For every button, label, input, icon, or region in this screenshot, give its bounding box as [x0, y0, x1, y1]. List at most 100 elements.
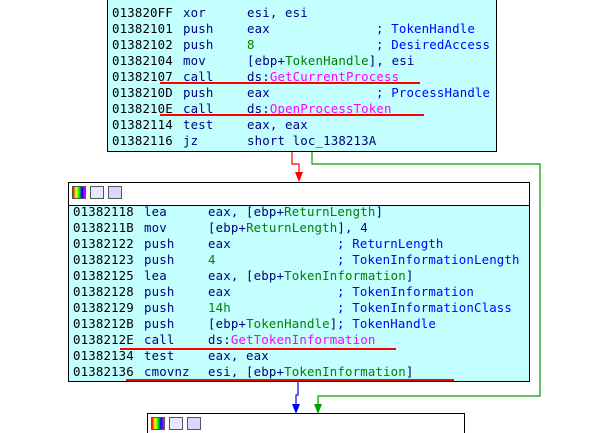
operand-symbol: TokenInformation [284, 364, 406, 379]
operand-prefix: [ebp+ [208, 220, 247, 235]
asm-address: 0138211B [73, 220, 134, 235]
operand-suffix: ] [375, 204, 384, 219]
asm-operands: short loc_138213A [247, 133, 376, 149]
operand-text: eax, eax [247, 117, 308, 132]
asm-mnemonic: mov [144, 220, 167, 235]
asm-operands: eax [247, 85, 270, 101]
asm-operands: eax [208, 284, 231, 300]
asm-address: 01382125 [73, 268, 134, 283]
operand-text: 4 [208, 252, 216, 267]
asm-mnemonic: xor [183, 5, 206, 20]
asm-mnemonic: lea [144, 268, 167, 283]
annotation-underline [160, 82, 420, 84]
asm-mnemonic: call [144, 332, 175, 347]
operand-suffix: ], esi [368, 53, 415, 68]
operand-prefix: [ebp+ [247, 53, 286, 68]
asm-address: 01382134 [73, 348, 134, 363]
asm-comment: ; TokenInformationLength [337, 252, 520, 267]
asm-comment: ; TokenHandle [337, 316, 436, 331]
asm-operands: eax, eax [208, 348, 269, 364]
operand-symbol: ReturnLength [246, 220, 338, 235]
asm-address: 01382122 [73, 236, 134, 251]
asm-mnemonic: push [144, 236, 175, 251]
asm-address: 013820FF [112, 5, 173, 20]
asm-operands: eax, eax [247, 117, 308, 133]
code-block-3[interactable] [147, 413, 465, 433]
operand-text: short loc_138213A [247, 133, 377, 148]
asm-operands: esi, [ebp+TokenInformation] [208, 364, 414, 380]
asm-operands: [ebp+TokenHandle] [208, 316, 337, 332]
asm-operands: [ebp+TokenHandle], esi [247, 53, 414, 69]
operand-text: esi, esi [247, 5, 308, 20]
asm-mnemonic: lea [144, 204, 167, 219]
operand-text: eax [247, 85, 270, 100]
code-block-1[interactable]: 013820FF xor esi, esi 01382101 push eax ; Toke… [107, 0, 497, 152]
graph-overview-icon[interactable] [108, 186, 122, 199]
code-block-2[interactable]: 01382118 lea eax, [ebp+ReturnLength] 013821… [68, 182, 530, 382]
operand-text: eax [208, 236, 231, 251]
asm-address: 01382116 [112, 133, 173, 148]
asm-mnemonic: push [144, 316, 175, 331]
asm-address: 0138212B [73, 316, 134, 331]
edge-true-arrow [295, 172, 303, 182]
asm-address: 01382101 [112, 21, 173, 36]
operand-symbol: ReturnLength [284, 204, 376, 219]
asm-operands: 4 [208, 252, 216, 268]
asm-mnemonic: cmovnz [144, 364, 190, 379]
asm-mnemonic: push [144, 300, 175, 315]
asm-operands: eax, [ebp+ReturnLength] [208, 204, 383, 220]
asm-operands: esi, esi [247, 5, 308, 21]
asm-mnemonic: push [144, 284, 175, 299]
node-header [148, 414, 464, 433]
asm-address: 01382114 [112, 117, 173, 132]
asm-comment: ; TokenInformation [337, 284, 474, 299]
operand-prefix: eax, [ebp+ [208, 204, 285, 219]
asm-address: 01382123 [73, 252, 134, 267]
asm-operands: [ebp+ReturnLength], 4 [208, 220, 368, 236]
asm-operands: eax, [ebp+TokenInformation] [208, 268, 414, 284]
graph-overview-icon[interactable] [187, 417, 201, 430]
operand-prefix: esi, [ebp+ [208, 364, 285, 379]
asm-address: 01382118 [73, 204, 134, 219]
asm-mnemonic: jz [183, 133, 199, 148]
operand-prefix: ds: [208, 332, 231, 347]
asm-operands: eax [208, 236, 231, 252]
node-header [69, 183, 529, 206]
asm-mnemonic: test [183, 117, 214, 132]
asm-address: 01382102 [112, 37, 173, 52]
operand-text: eax [208, 284, 231, 299]
operand-suffix: ], 4 [337, 220, 368, 235]
api-function-name[interactable]: GetTokenInformation [231, 332, 376, 347]
operand-prefix: eax, [ebp+ [208, 268, 285, 283]
operand-suffix: ] [405, 268, 414, 283]
asm-address: 0138210D [112, 85, 173, 100]
asm-address: 01382136 [73, 364, 134, 379]
annotation-underline [126, 379, 454, 381]
asm-comment: ; TokenHandle [376, 21, 475, 36]
operand-text: eax, eax [208, 348, 269, 363]
graph-colors-icon[interactable] [151, 417, 165, 430]
graph-colors-icon[interactable] [72, 186, 86, 199]
operand-text: 8 [247, 37, 255, 52]
asm-operands: 14h [208, 300, 231, 316]
asm-operands: ds:GetTokenInformation [208, 332, 375, 348]
edit-node-icon[interactable] [90, 186, 104, 199]
operand-suffix: ] [405, 364, 414, 379]
asm-comment: ; DesiredAccess [376, 37, 491, 52]
asm-mnemonic: push [144, 252, 175, 267]
edit-node-icon[interactable] [169, 417, 183, 430]
asm-operands: 8 [247, 37, 255, 53]
asm-comment: ; TokenInformationClass [337, 300, 513, 315]
asm-comment: ; ProcessHandle [376, 85, 491, 100]
operand-text: 14h [208, 300, 231, 315]
annotation-underline [120, 348, 396, 350]
asm-mnemonic: push [183, 37, 214, 52]
asm-address: 01382128 [73, 284, 134, 299]
operand-symbol: TokenInformation [284, 268, 406, 283]
asm-mnemonic: mov [183, 53, 206, 68]
asm-mnemonic: push [183, 21, 214, 36]
asm-address: 0138212E [73, 332, 134, 347]
asm-address: 01382104 [112, 53, 173, 68]
asm-comment: ; ReturnLength [337, 236, 444, 251]
operand-symbol: TokenHandle [246, 316, 330, 331]
